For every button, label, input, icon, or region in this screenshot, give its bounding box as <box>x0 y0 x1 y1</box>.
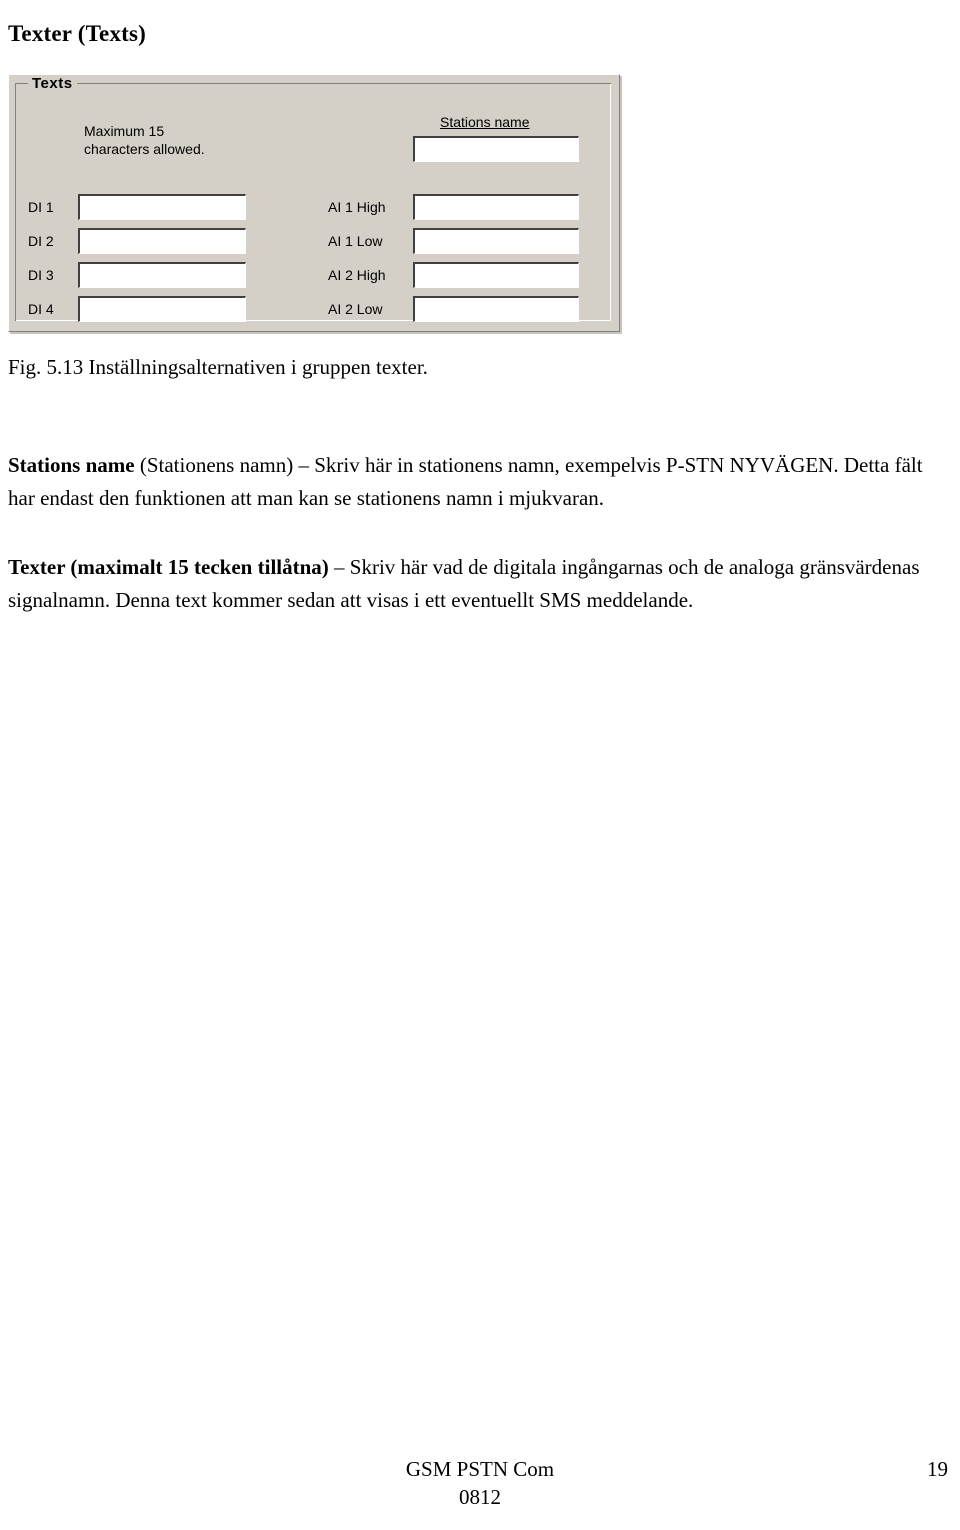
document-page: Texter (Texts) Texts Maximum 15 characte… <box>0 0 960 1530</box>
page-footer: GSM PSTN Com 0812 19 <box>0 1455 960 1525</box>
ai-1-low-label: AI 1 Low <box>328 233 383 249</box>
di-1-input[interactable] <box>78 194 246 220</box>
di-2-input[interactable] <box>78 228 246 254</box>
page-title: Texter (Texts) <box>8 21 147 47</box>
di-3-label: DI 3 <box>28 267 54 283</box>
ai-1-high-label: AI 1 High <box>328 199 386 215</box>
footer-page-number: 19 <box>927 1457 948 1481</box>
di-3-input[interactable] <box>78 262 246 288</box>
paragraph-1-body: (Stationens namn) – Skriv här in station… <box>8 453 923 510</box>
ai-1-high-input[interactable] <box>413 194 579 220</box>
stations-name-label: Stations name <box>440 114 530 130</box>
paragraph-1-lead: Stations name <box>8 453 135 477</box>
footer-code: 0812 <box>459 1485 501 1509</box>
ai-2-high-label: AI 2 High <box>328 267 386 283</box>
texts-dialog-screenshot: Texts Maximum 15 characters allowed. Sta… <box>8 74 622 334</box>
max-characters-hint: Maximum 15 characters allowed. <box>84 123 205 157</box>
paragraph-texter: Texter (maximalt 15 tecken tillåtna) – S… <box>8 551 948 617</box>
ai-2-high-input[interactable] <box>413 262 579 288</box>
di-1-label: DI 1 <box>28 199 54 215</box>
figure-caption: Fig. 5.13 Inställningsalternativen i gru… <box>8 355 428 379</box>
ai-2-low-label: AI 2 Low <box>328 301 383 317</box>
paragraph-stations-name: Stations name (Stationens namn) – Skriv … <box>8 449 948 515</box>
paragraph-2-lead: Texter (maximalt 15 tecken tillåtna) <box>8 555 329 579</box>
di-4-input[interactable] <box>78 296 246 322</box>
stations-name-input[interactable] <box>413 136 579 162</box>
texts-groupbox: Texts Maximum 15 characters allowed. Sta… <box>15 75 611 322</box>
di-4-label: DI 4 <box>28 301 54 317</box>
ai-2-low-input[interactable] <box>413 296 579 322</box>
texts-groupbox-legend: Texts <box>28 75 77 92</box>
ai-1-low-input[interactable] <box>413 228 579 254</box>
di-2-label: DI 2 <box>28 233 54 249</box>
footer-product: GSM PSTN Com <box>405 1457 555 1481</box>
